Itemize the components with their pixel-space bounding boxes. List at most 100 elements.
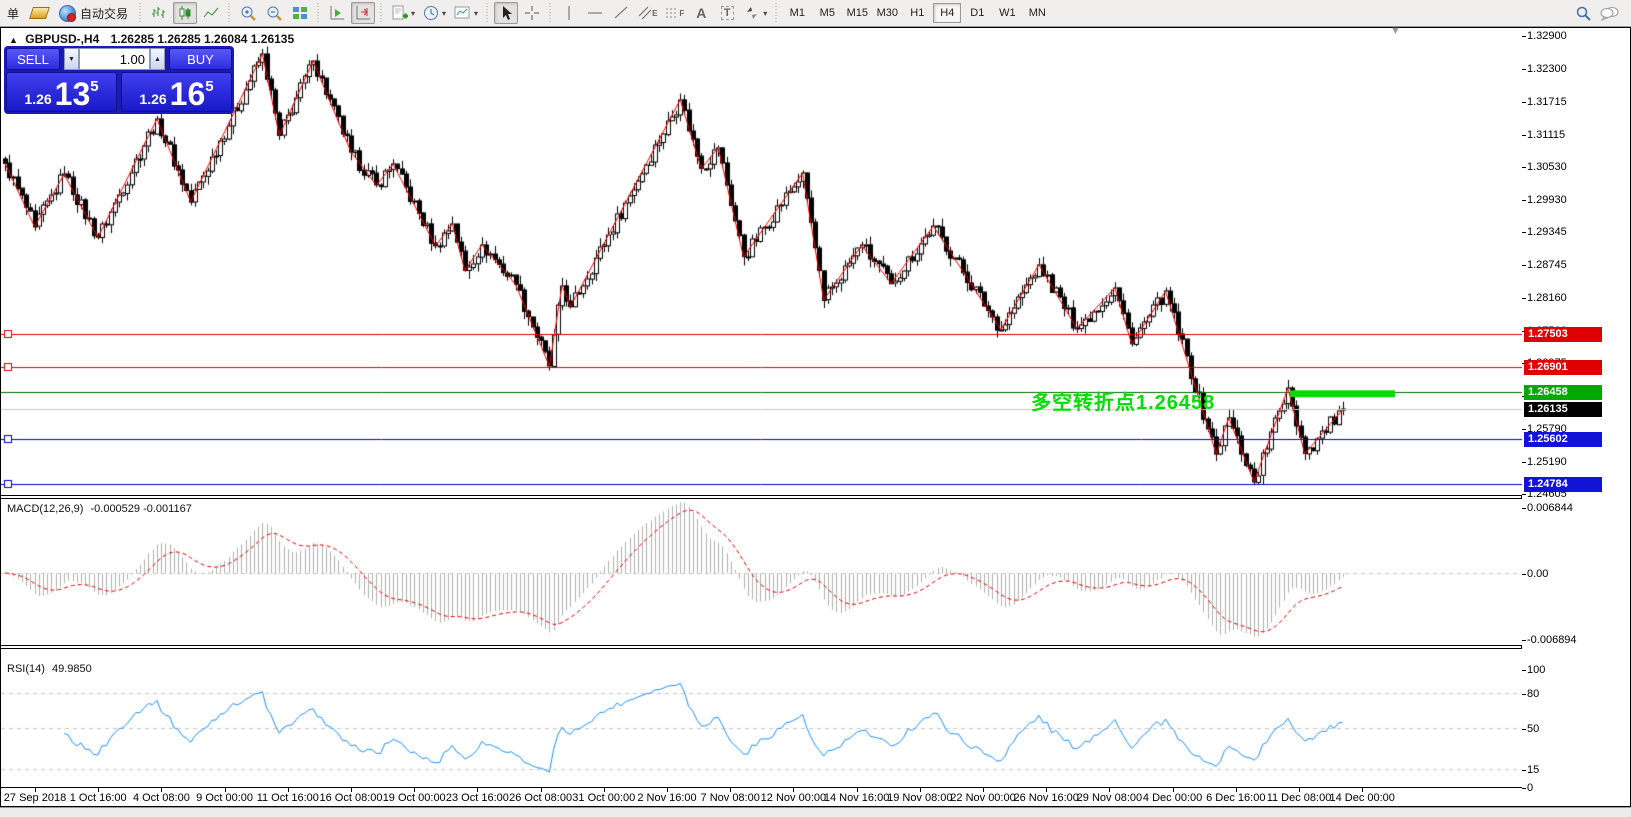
timeframe-button-m30[interactable]: M30 <box>873 3 901 23</box>
toolbar-grip <box>137 3 144 23</box>
time-tick-label: 29 Nov 08:00 <box>1077 792 1142 804</box>
time-axis[interactable]: 27 Sep 20181 Oct 16:004 Oct 08:009 Oct 0… <box>1 788 1522 806</box>
text-icon: A <box>696 5 706 21</box>
text-label-button[interactable]: T <box>715 2 739 24</box>
toolbar-grip <box>547 3 554 23</box>
tile-windows-button[interactable] <box>288 2 312 24</box>
auto-trading-label: 自动交易 <box>80 5 128 22</box>
sell-label: SELL <box>17 52 49 67</box>
rsi-tick-label: 0 <box>1527 782 1533 794</box>
auto-scroll-button[interactable] <box>325 2 349 24</box>
rsi-canvas[interactable] <box>1 649 1522 787</box>
macd-tick-label: 0.00 <box>1527 568 1548 580</box>
time-tick-label: 11 Dec 08:00 <box>1267 792 1332 804</box>
buy-price-sup: 5 <box>205 78 213 95</box>
timeframe-button-m5[interactable]: M5 <box>813 3 841 23</box>
panel-separator[interactable] <box>0 495 1631 496</box>
timeframe-button-d1[interactable]: D1 <box>963 3 991 23</box>
price-tick-label: 1.25190 <box>1527 456 1567 468</box>
fibonacci-glyph: F <box>679 9 684 18</box>
macd-tick-label: -0.006894 <box>1527 634 1577 646</box>
sell-price-box[interactable]: 1.26 13 5 <box>6 72 117 112</box>
new-order-icon-button[interactable] <box>27 2 51 24</box>
toolbar-grip <box>378 3 385 23</box>
axis-tick-mark <box>1522 788 1526 789</box>
price-tick-label: 1.28745 <box>1527 259 1567 271</box>
rsi-tick-label: 100 <box>1527 664 1545 676</box>
toolbar-grip <box>226 3 233 23</box>
price-line-label: 1.26458 <box>1524 385 1602 400</box>
rsi-label: RSI(14) 49.9850 <box>7 663 92 675</box>
axis-tick-mark <box>1522 494 1526 495</box>
buy-price-box[interactable]: 1.26 16 5 <box>121 72 232 112</box>
chat-button[interactable] <box>1597 2 1623 24</box>
macd-canvas[interactable] <box>1 499 1522 645</box>
tile-windows-icon <box>292 5 308 21</box>
periods-button[interactable]: ▾ <box>420 2 449 24</box>
time-tick-label: 19 Oct 00:00 <box>383 792 446 804</box>
candlestick-chart-button[interactable] <box>173 2 197 24</box>
text-button[interactable]: A <box>689 2 713 24</box>
timeframe-button-m15[interactable]: M15 <box>843 3 871 23</box>
price-line-label: 1.26135 <box>1524 402 1602 417</box>
volume-down-button[interactable]: ▼ <box>64 48 79 70</box>
timeframe-button-m1[interactable]: M1 <box>783 3 811 23</box>
trendline-button[interactable] <box>609 2 633 24</box>
axis-tick-mark <box>1522 69 1526 70</box>
price-line-label: 1.25602 <box>1524 432 1602 447</box>
axis-tick-mark <box>1522 508 1526 509</box>
chart-title: ▲ GBPUSD-,H4 1.26285 1.26285 1.26084 1.2… <box>9 32 294 46</box>
timeframe-button-h4[interactable]: H4 <box>933 3 961 23</box>
price-line-label: 1.26901 <box>1524 360 1602 375</box>
price-chart-panel[interactable]: ▲ GBPUSD-,H4 1.26285 1.26285 1.26084 1.2… <box>1 28 1522 495</box>
cursor-button[interactable] <box>494 2 518 24</box>
sell-button[interactable]: SELL <box>6 48 60 70</box>
zoom-out-button[interactable] <box>262 2 286 24</box>
arrows-button[interactable]: ▾ <box>741 2 770 24</box>
timeframe-button-w1[interactable]: W1 <box>993 3 1021 23</box>
gold-bar-icon <box>29 7 50 19</box>
sell-price-prefix: 1.26 <box>24 89 51 109</box>
timeframe-button-h1[interactable]: H1 <box>903 3 931 23</box>
crosshair-button[interactable] <box>520 2 544 24</box>
templates-button[interactable]: ▾ <box>451 2 481 24</box>
macd-label: MACD(12,26,9) -0.000529 -0.001167 <box>7 503 192 515</box>
ohlc-values: 1.26285 1.26285 1.26084 1.26135 <box>111 32 295 46</box>
time-tick-label: 26 Oct 08:00 <box>509 792 572 804</box>
chart-shift-marker-icon[interactable]: ▼ <box>1390 25 1401 37</box>
equidistant-channel-button[interactable]: E <box>635 2 660 24</box>
price-tick-label: 1.29930 <box>1527 194 1567 206</box>
zoom-in-button[interactable] <box>236 2 260 24</box>
macd-values: -0.000529 -0.001167 <box>90 503 191 515</box>
price-tick-label: 1.31115 <box>1527 129 1565 141</box>
volume-input[interactable] <box>79 48 150 70</box>
panel-separator[interactable] <box>0 645 1631 646</box>
macd-panel[interactable]: MACD(12,26,9) -0.000529 -0.001167 <box>1 499 1522 645</box>
toolbar: 单 自动交易 <box>0 0 1631 27</box>
chart-shift-button[interactable] <box>351 2 375 24</box>
indicators-button[interactable]: ▾ <box>388 2 418 24</box>
auto-trading-button[interactable]: 自动交易 <box>53 2 134 24</box>
fibonacci-icon <box>665 6 679 20</box>
timeframe-button-mn[interactable]: MN <box>1023 3 1051 23</box>
new-order-button[interactable]: 单 <box>1 2 25 24</box>
rsi-panel[interactable]: RSI(14) 49.9850 <box>1 649 1522 787</box>
axis-tick-mark <box>1522 102 1526 103</box>
fibonacci-button[interactable]: F <box>662 2 687 24</box>
symbol-dropdown-icon: ▲ <box>9 35 18 45</box>
buy-button[interactable]: BUY <box>169 48 232 70</box>
dropdown-arrow-icon: ▾ <box>763 9 767 18</box>
rsi-tick-label: 50 <box>1527 723 1539 735</box>
horizontal-line-button[interactable] <box>583 2 607 24</box>
buy-price-big: 16 <box>170 79 206 109</box>
bar-chart-button[interactable] <box>147 2 171 24</box>
volume-up-button[interactable]: ▲ <box>150 48 165 70</box>
chat-icon <box>1600 5 1620 21</box>
axis-tick-mark <box>1522 167 1526 168</box>
price-axis[interactable]: 1.329001.323001.317151.311151.305301.299… <box>1522 28 1630 788</box>
chart-shift-icon <box>355 5 371 21</box>
search-button[interactable] <box>1571 2 1595 24</box>
axis-tick-mark <box>1522 232 1526 233</box>
line-chart-button[interactable] <box>199 2 223 24</box>
vertical-line-button[interactable] <box>557 2 581 24</box>
